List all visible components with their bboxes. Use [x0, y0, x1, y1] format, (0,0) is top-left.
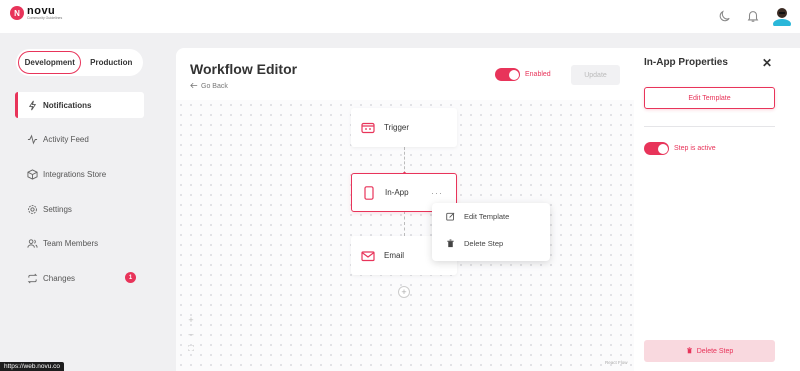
activity-icon: [27, 134, 38, 145]
changes-badge: 1: [125, 272, 136, 283]
delete-step-label: Delete Step: [696, 347, 734, 355]
connector-inapp-email: [404, 211, 405, 236]
logo-tagline: Community Guidelines: [27, 16, 63, 20]
sidebar: Development Production Notifications Act…: [0, 33, 160, 371]
trigger-icon: [361, 121, 375, 135]
step-active-toggle[interactable]: [644, 142, 669, 155]
node-menu-button[interactable]: ···: [431, 188, 443, 198]
trash-icon: [686, 346, 693, 356]
sidebar-item-label: Team Members: [43, 238, 99, 248]
connector-trigger-inapp: [404, 147, 405, 174]
bell-icon[interactable]: [746, 9, 760, 23]
menu-item-label: Delete Step: [464, 239, 504, 248]
sidebar-item-label: Settings: [43, 204, 72, 214]
mail-icon: [361, 249, 375, 263]
menu-item-delete-step[interactable]: Delete Step: [432, 230, 550, 257]
delete-step-button[interactable]: Delete Step: [644, 340, 775, 362]
panel-title: In-App Properties: [644, 57, 728, 68]
sidebar-item-integrations-store[interactable]: Integrations Store: [15, 161, 144, 187]
bolt-icon: [27, 100, 38, 111]
node-label: In-App: [385, 188, 409, 197]
environment-switch: Development Production: [16, 49, 143, 76]
sidebar-item-label: Changes: [43, 273, 76, 283]
enabled-label: Enabled: [525, 71, 551, 78]
node-context-menu: Edit Template Delete Step: [432, 203, 550, 261]
mobile-icon: [362, 185, 376, 200]
enabled-toggle[interactable]: [495, 68, 520, 81]
sidebar-item-label: Integrations Store: [43, 169, 107, 179]
go-back-label: Go Back: [201, 83, 228, 90]
menu-item-label: Edit Template: [464, 212, 510, 221]
close-icon[interactable]: ✕: [762, 56, 772, 70]
zoom-in-button[interactable]: +: [186, 315, 196, 325]
add-node-button[interactable]: +: [398, 286, 410, 298]
sidebar-item-team-members[interactable]: Team Members: [15, 230, 144, 256]
trash-icon: [446, 239, 455, 248]
menu-item-edit-template[interactable]: Edit Template: [432, 203, 550, 230]
sidebar-item-label: Activity Feed: [43, 134, 89, 144]
moon-icon[interactable]: [718, 9, 732, 23]
status-url-tooltip: https://web.novu.co: [0, 362, 65, 371]
repeat-icon: [27, 273, 38, 284]
zoom-out-button[interactable]: –: [186, 329, 196, 339]
node-label: Trigger: [384, 123, 410, 132]
gear-icon: [27, 204, 38, 215]
sidebar-item-notifications[interactable]: Notifications: [15, 92, 144, 118]
workflow-editor: Workflow Editor Go Back Enabled Update T…: [176, 48, 634, 371]
step-active-control: Step is active: [644, 142, 716, 155]
node-label: Email: [384, 251, 405, 260]
logo[interactable]: N novu Community Guidelines: [10, 6, 62, 21]
logo-mark: N: [10, 6, 24, 21]
flow-canvas[interactable]: Trigger In-App ··· Email + Edit Template…: [176, 100, 634, 371]
enabled-control: Enabled: [495, 68, 551, 81]
page-title: Workflow Editor: [190, 61, 298, 77]
react-flow-attribution[interactable]: React Flow: [605, 360, 628, 365]
edit-icon: [446, 212, 455, 221]
users-icon: [27, 238, 38, 249]
go-back-link[interactable]: Go Back: [190, 82, 228, 91]
sidebar-item-settings[interactable]: Settings: [15, 196, 144, 222]
box-icon: [27, 168, 38, 180]
fit-view-button[interactable]: ⛶: [186, 344, 196, 354]
in-app-properties-panel: In-App Properties ✕ Edit Template Step i…: [634, 48, 800, 371]
update-button[interactable]: Update: [571, 65, 620, 85]
trigger-node[interactable]: Trigger: [351, 108, 457, 147]
panel-divider: [644, 126, 775, 127]
sidebar-item-changes[interactable]: Changes 1: [15, 265, 144, 291]
avatar-icon[interactable]: [773, 5, 791, 29]
sidebar-item-activity-feed[interactable]: Activity Feed: [15, 126, 144, 152]
edit-template-button[interactable]: Edit Template: [644, 87, 775, 109]
development-button[interactable]: Development: [18, 51, 82, 74]
arrow-left-icon: [190, 82, 198, 91]
production-button[interactable]: Production: [81, 51, 141, 74]
top-bar: N novu Community Guidelines: [0, 0, 800, 33]
step-active-label: Step is active: [674, 145, 716, 152]
sidebar-item-label: Notifications: [43, 100, 92, 110]
